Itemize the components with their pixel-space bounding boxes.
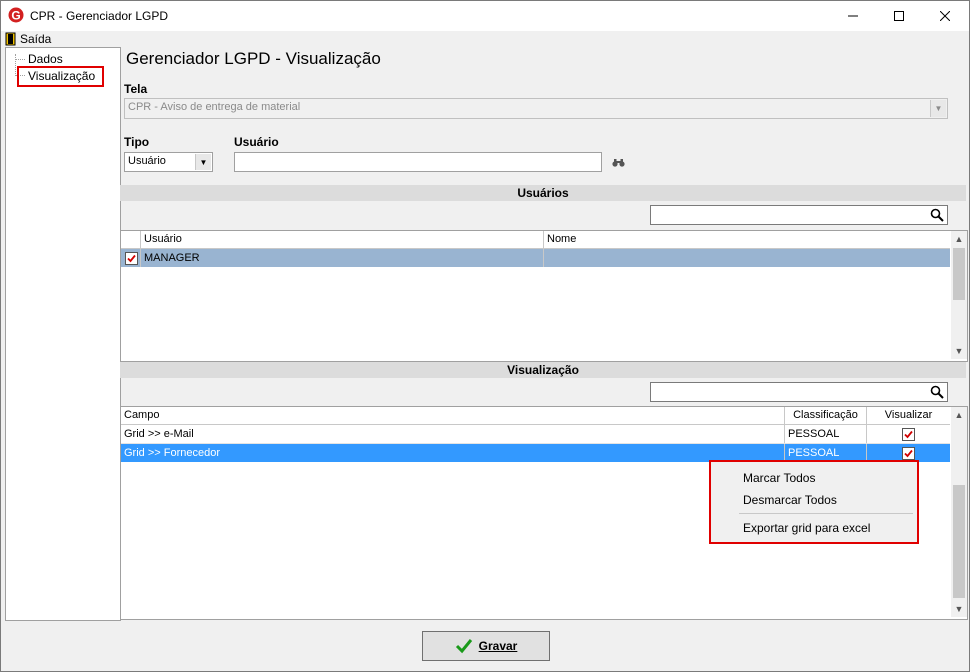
tipo-label: Tipo (124, 135, 150, 149)
close-icon (940, 11, 950, 21)
search-icon[interactable] (930, 208, 944, 222)
scroll-up-icon[interactable]: ▲ (951, 231, 967, 247)
tree-connector (15, 59, 25, 60)
tree-connector (15, 54, 16, 74)
usuarios-grid: Usuário Nome MANAGER ▲ ▼ (120, 230, 968, 362)
visualizacao-section-header: Visualização (120, 362, 966, 378)
usuarios-section-header: Usuários (120, 185, 966, 201)
svg-text:G: G (11, 9, 20, 23)
campo-cell: Grid >> e-Mail (121, 425, 785, 443)
visualizar-checkbox[interactable] (902, 428, 915, 441)
column-header-campo[interactable]: Campo (121, 407, 785, 424)
menu-bar: Saída (1, 31, 969, 47)
highlight-box (17, 66, 104, 87)
menu-item-marcar-todos[interactable]: Marcar Todos (743, 471, 815, 485)
app-logo-icon: G (8, 7, 24, 23)
minimize-icon (848, 15, 858, 17)
checkmark-icon (127, 254, 136, 263)
checkmark-icon (904, 449, 913, 458)
minimize-button[interactable] (830, 1, 876, 31)
vertical-scrollbar[interactable]: ▲ ▼ (951, 407, 967, 617)
search-icon[interactable] (930, 385, 944, 399)
chevron-down-icon: ▼ (930, 100, 946, 117)
usuario-input[interactable] (234, 152, 602, 172)
visualizacao-search-input[interactable] (650, 382, 948, 402)
table-row[interactable]: MANAGER (121, 249, 950, 267)
grid-header: Campo Classificação Visualizar (121, 407, 950, 425)
column-header-visualizar[interactable]: Visualizar (867, 407, 950, 424)
column-header-nome[interactable]: Nome (544, 231, 950, 248)
exit-menu-item[interactable]: Saída (5, 31, 51, 47)
column-header-usuario[interactable]: Usuário (141, 231, 544, 248)
visualizar-cell[interactable] (867, 425, 950, 443)
table-row[interactable]: Grid >> e-Mail PESSOAL (121, 425, 950, 444)
title-bar: G CPR - Gerenciador LGPD (1, 1, 969, 31)
row-select-cell[interactable] (121, 249, 141, 267)
chevron-down-icon: ▼ (195, 154, 211, 170)
menu-separator (739, 513, 913, 514)
column-header-select (121, 231, 141, 248)
maximize-button[interactable] (876, 1, 922, 31)
scroll-thumb[interactable] (953, 248, 965, 300)
checkmark-icon (455, 639, 472, 654)
menu-item-exportar-excel[interactable]: Exportar grid para excel (743, 521, 870, 535)
main-window: G CPR - Gerenciador LGPD Saída Dados Vis… (0, 0, 970, 672)
window-title: CPR - Gerenciador LGPD (30, 9, 169, 23)
exit-door-icon (5, 32, 16, 46)
save-button[interactable]: Gravar (422, 631, 550, 661)
navigation-tree: Dados Visualização (5, 47, 121, 621)
usuario-label: Usuário (234, 135, 279, 149)
scroll-down-icon[interactable]: ▼ (951, 343, 967, 359)
nome-cell (544, 249, 950, 267)
checkmark-icon (904, 430, 913, 439)
close-button[interactable] (922, 1, 968, 31)
tela-label: Tela (124, 82, 148, 96)
grid-header: Usuário Nome (121, 231, 950, 249)
campo-cell: Grid >> Fornecedor (121, 444, 785, 462)
tipo-select[interactable]: Usuário ▼ (124, 152, 213, 172)
tree-item-dados[interactable]: Dados (28, 52, 63, 66)
menu-item-desmarcar-todos[interactable]: Desmarcar Todos (743, 493, 837, 507)
tela-select[interactable]: CPR - Aviso de entrega de material ▼ (124, 98, 948, 119)
classificacao-cell: PESSOAL (785, 425, 867, 443)
usuarios-search-input[interactable] (650, 205, 948, 225)
tela-value: CPR - Aviso de entrega de material (128, 101, 301, 113)
usuario-cell: MANAGER (141, 249, 544, 267)
vertical-scrollbar[interactable]: ▲ ▼ (951, 231, 967, 359)
exit-label: Saída (20, 32, 52, 46)
page-title: Gerenciador LGPD - Visualização (126, 49, 381, 68)
maximize-icon (894, 11, 904, 21)
binoculars-icon[interactable] (612, 158, 625, 168)
row-checkbox[interactable] (125, 252, 138, 265)
scroll-up-icon[interactable]: ▲ (951, 407, 967, 423)
visualizar-checkbox[interactable] (902, 447, 915, 460)
context-menu: Marcar Todos Desmarcar Todos Exportar gr… (709, 460, 919, 544)
tipo-value: Usuário (128, 155, 166, 167)
save-button-label: Gravar (478, 639, 518, 653)
scroll-thumb[interactable] (953, 485, 965, 598)
column-header-classificacao[interactable]: Classificação (785, 407, 867, 424)
scroll-down-icon[interactable]: ▼ (951, 601, 967, 617)
